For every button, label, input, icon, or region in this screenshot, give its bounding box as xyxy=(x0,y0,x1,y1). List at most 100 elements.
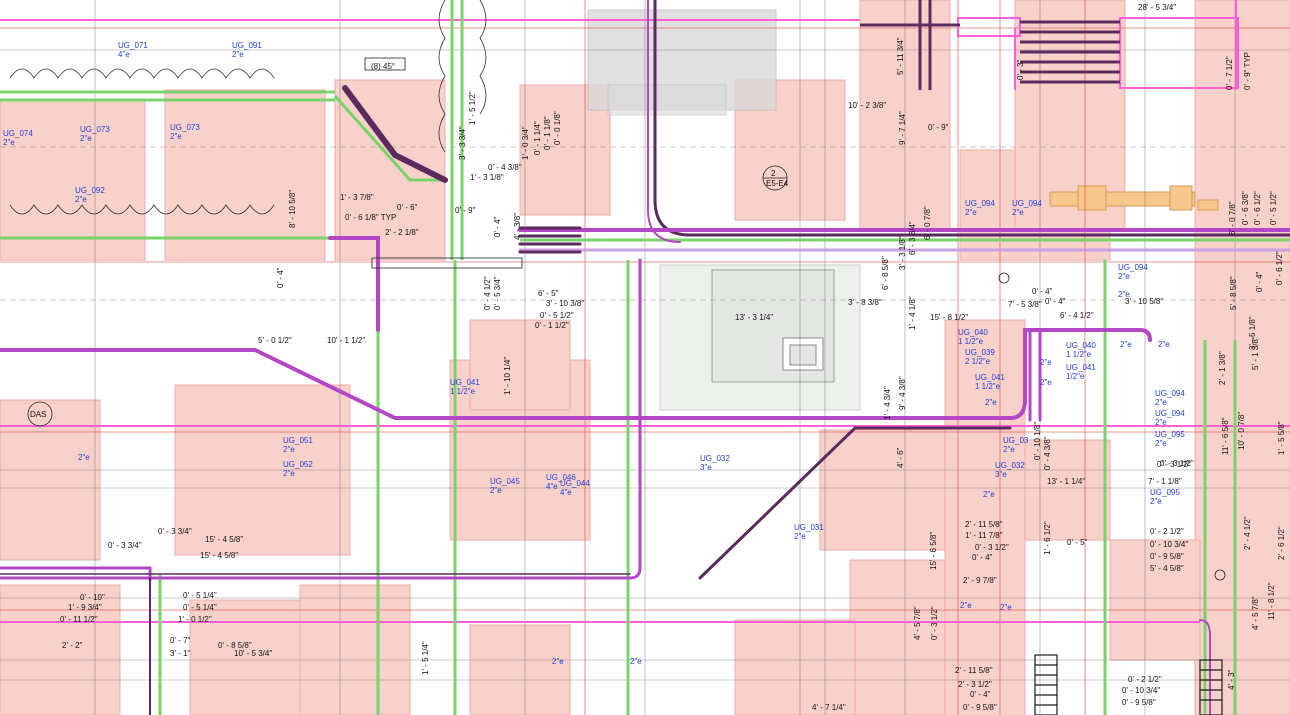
circuit-tag-id: UG_094 xyxy=(1155,409,1185,418)
dimension-label: 0' - 3 1/2" xyxy=(975,543,1009,552)
dimension-label: 0' - 5 1/4" xyxy=(183,591,217,600)
dimension-label: 5' - 0 1/2" xyxy=(258,336,292,345)
circuit-tag-id: UG_040 xyxy=(1066,341,1096,350)
circuit-tag-size: 2"e xyxy=(1003,445,1015,454)
size-label: 2"e xyxy=(1000,603,1012,612)
dimension-label: 0' - 5 1/2" xyxy=(1269,191,1278,225)
electrical-plan-drawing: 2 E5-E4 DAS UG_0714"eUG_0912"eUG_0742"eU… xyxy=(0,0,1290,715)
dimension-label: 0' - 1 1/2" xyxy=(535,321,569,330)
dimension-label: 1' - 5 1/2" xyxy=(468,91,477,125)
dimension-label: 0' - 4 3/8" xyxy=(1043,436,1052,470)
dimension-label: 1' - 3 1/8" xyxy=(470,173,504,182)
dimension-label: 0' - 9" xyxy=(928,123,949,132)
dimension-label: 6' - 8 5/8" xyxy=(881,256,890,290)
dimension-label: 4' - 3" xyxy=(1227,669,1236,690)
dimension-label: 2' - 11 5/8" xyxy=(965,520,1003,529)
grid-bubble-sub: E5-E4 xyxy=(766,179,789,188)
dimension-label: 3' - 5 1/8" xyxy=(1248,316,1257,350)
dimension-label: 1' - 0 3/4" xyxy=(521,126,530,160)
dimension-label: 5' - 11 3/4" xyxy=(896,37,905,75)
circuit-tag-id: UG_040 xyxy=(958,328,988,337)
dimension-label: 10' - 2 3/8" xyxy=(848,101,886,110)
dimension-label: 1' - 9 3/4" xyxy=(68,603,102,612)
dimension-label: 3' - 3 1/8" xyxy=(898,236,907,270)
circuit-tag-id: UG_039 xyxy=(965,348,995,357)
dimension-label: 28' - 5 3/4" xyxy=(1138,3,1176,12)
dimension-label: 15' - 8 1/2" xyxy=(930,313,968,322)
circuit-tag-id: UG_073 xyxy=(80,125,110,134)
circuit-tag-id: UG_031 xyxy=(794,523,824,532)
dimension-label: 13' - 1 1/4" xyxy=(1047,477,1085,486)
dimension-label: 1' - 5 1/4" xyxy=(421,641,430,675)
circuit-tag-id: UG_092 xyxy=(75,186,105,195)
dimension-label: 2' - 6 1/2" xyxy=(1277,526,1286,560)
circuit-tag-size: 1 1/2"e xyxy=(450,387,476,396)
dimension-label: 6' - 0 7/8" xyxy=(923,206,932,240)
dimension-label: 0' - 2 1/2" xyxy=(1128,675,1162,684)
dimension-label: 7' - 5 3/8" xyxy=(1008,300,1042,309)
dimension-label: 0' - 4 3/8" xyxy=(488,163,522,172)
dimension-label: 0' - 4" xyxy=(970,690,991,699)
circuit-tag-size: 4"e xyxy=(560,488,572,497)
circuit-tag-id: UG_041 xyxy=(1066,363,1096,372)
circuit-tag-id: UG_045 xyxy=(490,477,520,486)
dimension-label: 10' - 0 7/8" xyxy=(1237,412,1246,450)
dimension-label: 6' - 0 7/8" xyxy=(1228,201,1237,235)
circuit-tag-size: 1 1/2"e xyxy=(958,337,984,346)
size-label: 2"e xyxy=(1120,340,1132,349)
dimension-label: 0' - 0 1/8" xyxy=(553,111,562,145)
circuit-tag-id: UG_095 xyxy=(1150,488,1180,497)
circuit-tag-size: 2"e xyxy=(1155,418,1167,427)
dimension-label: 2' - 1 3/8" xyxy=(1218,351,1227,385)
size-label: 2"e xyxy=(983,490,995,499)
dimension-label: 1' - 0 1/2" xyxy=(178,615,212,624)
size-label: 2"e xyxy=(960,601,972,610)
dimension-label: 1' - 4 1/8" xyxy=(908,296,917,330)
dimension-label: 1' - 4 3/4" xyxy=(883,386,892,420)
dimension-label: 0' - 4" xyxy=(1045,297,1066,306)
dimension-label: 6' - 4 1/2" xyxy=(1060,311,1094,320)
circuit-tag-id: UG_032 xyxy=(700,454,730,463)
dimension-label: 4' - 5 7/8" xyxy=(1251,596,1260,630)
dimension-label: 0' - 10 1/8" xyxy=(1033,422,1042,460)
dimension-label: 3' - 1" xyxy=(170,649,191,658)
dimension-label: 0' - 3 1/2" xyxy=(1160,459,1194,468)
circuit-tag-size: 3"e xyxy=(700,463,712,472)
dimension-label: 15' - 4 5/8" xyxy=(205,535,243,544)
dimension-label: 3' - 10 5/8" xyxy=(1125,297,1163,306)
circuit-tag-id: UG_094 xyxy=(1012,199,1042,208)
dimension-label: 10' - 5 3/4" xyxy=(234,649,272,658)
dimension-label: 0' - 4" xyxy=(972,553,993,562)
dimension-label: 2' - 11 5/8" xyxy=(955,666,993,675)
dimension-label: 11' - 8 1/2" xyxy=(1267,582,1276,620)
circuit-tag-size: 2 1/2"e xyxy=(965,357,991,366)
dimension-label: 2' - 3 1/2" xyxy=(958,680,992,689)
circuit-tag-size: 2"e xyxy=(232,50,244,59)
dimension-label: 0' - 3 3/4" xyxy=(108,541,142,550)
dimension-label: 0' - 6 1/2" xyxy=(1275,251,1284,285)
dimension-label: 0' - 3 1/2" xyxy=(930,606,939,640)
circuit-tag-id: UG_041 xyxy=(975,373,1005,382)
dimension-label: 0' - 9 5/8" xyxy=(1122,698,1156,707)
circuit-tag-id: UG_094 xyxy=(965,199,995,208)
size-label: 2"e xyxy=(1040,358,1052,367)
circuit-tag-size: 2"e xyxy=(283,445,295,454)
circuit-tag-size: 3"e xyxy=(995,470,1007,479)
circuit-tag-id: UG_094 xyxy=(1155,389,1185,398)
circuit-tag-size: 2"e xyxy=(1150,497,1162,506)
dimension-label: 0' - 7" xyxy=(170,636,191,645)
size-label: 2"e xyxy=(1158,340,1170,349)
circuit-tag-size: 2"e xyxy=(3,138,15,147)
dimension-label: 0' - 7 1/2" xyxy=(1225,56,1234,90)
dimension-label: 0' - 9" TYP xyxy=(1243,52,1252,90)
dimension-label: 0' - 2 1/2" xyxy=(1150,527,1184,536)
circuit-tag-size: 2"e xyxy=(1155,439,1167,448)
circuit-tag-id: UG_073 xyxy=(170,123,200,132)
circuit-tag-id: UG_091 xyxy=(232,41,262,50)
circuit-tag-size: 2"e xyxy=(283,469,295,478)
dimension-label: 2' - 9 7/8" xyxy=(963,576,997,585)
size-label: 2"e xyxy=(78,453,90,462)
dimension-label: 8' - 10 5/8" xyxy=(288,190,297,228)
dimension-label: 0' - 1 1/4" xyxy=(533,121,542,155)
size-label: 2"e xyxy=(985,398,997,407)
